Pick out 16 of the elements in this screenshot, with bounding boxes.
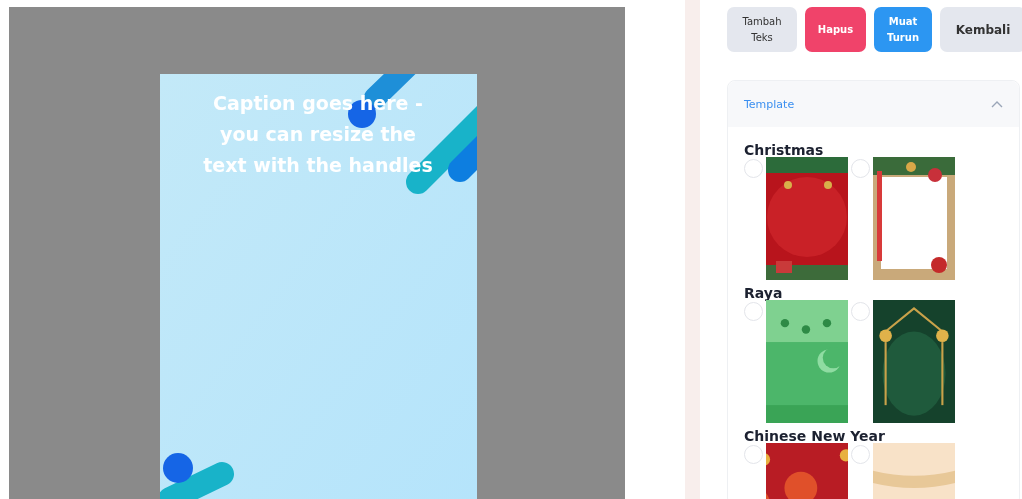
radio-button[interactable] — [851, 302, 870, 321]
section-heading: Christmas — [744, 141, 825, 159]
radio-button[interactable] — [744, 445, 763, 464]
panel-title: Template — [744, 97, 795, 111]
radio-button[interactable] — [851, 445, 870, 464]
chevron-icon[interactable] — [991, 100, 1003, 108]
accordion-header[interactable]: Template — [728, 81, 1019, 127]
radio-button[interactable] — [851, 159, 870, 178]
section-heading: Raya — [744, 284, 784, 302]
toolbar-button[interactable]: Hapus — [805, 7, 866, 52]
radio-button[interactable] — [744, 159, 763, 178]
radio-button[interactable] — [744, 302, 763, 321]
toolbar-button[interactable]: Tambah Teks — [727, 7, 797, 52]
toolbar-button[interactable]: Kembali — [940, 7, 1022, 52]
toolbar-button[interactable]: Muat Turun — [874, 7, 932, 52]
section-heading: Chinese New Year — [744, 427, 886, 445]
